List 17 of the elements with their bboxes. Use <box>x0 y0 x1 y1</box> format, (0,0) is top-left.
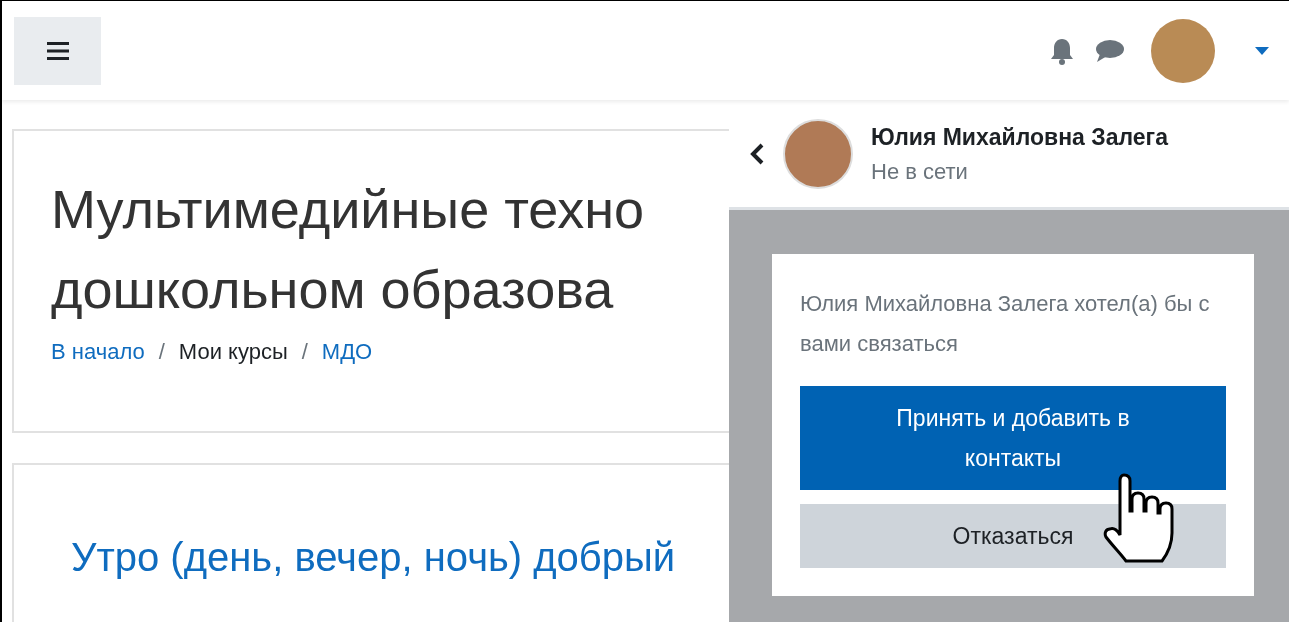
menu-icon <box>46 41 69 60</box>
contact-name: Юлия Михайловна Залега <box>871 123 1168 151</box>
breadcrumb-separator: / <box>301 339 308 365</box>
course-title: Мультимедийные техно <box>51 178 645 241</box>
course-title: дошкольном образова <box>51 258 614 321</box>
request-message: Юлия Михайловна Залега хотел(а) бы с вами связаться <box>800 290 1211 358</box>
chat-bubble-icon[interactable] <box>1095 37 1125 64</box>
caret-down-icon[interactable] <box>1255 46 1269 55</box>
back-icon[interactable] <box>749 142 765 166</box>
breadcrumb-item: Мои курсы <box>178 339 288 365</box>
breadcrumb-link[interactable]: МДО <box>321 339 373 365</box>
accept-button[interactable]: Принять и добавить в контакты <box>800 386 1226 490</box>
menu-button[interactable] <box>14 16 101 85</box>
breadcrumb-link[interactable]: В начало <box>51 339 145 365</box>
notification-bell-icon[interactable] <box>1049 36 1075 65</box>
breadcrumb-separator: / <box>158 339 165 365</box>
contact-status: Не в сети <box>871 158 969 185</box>
